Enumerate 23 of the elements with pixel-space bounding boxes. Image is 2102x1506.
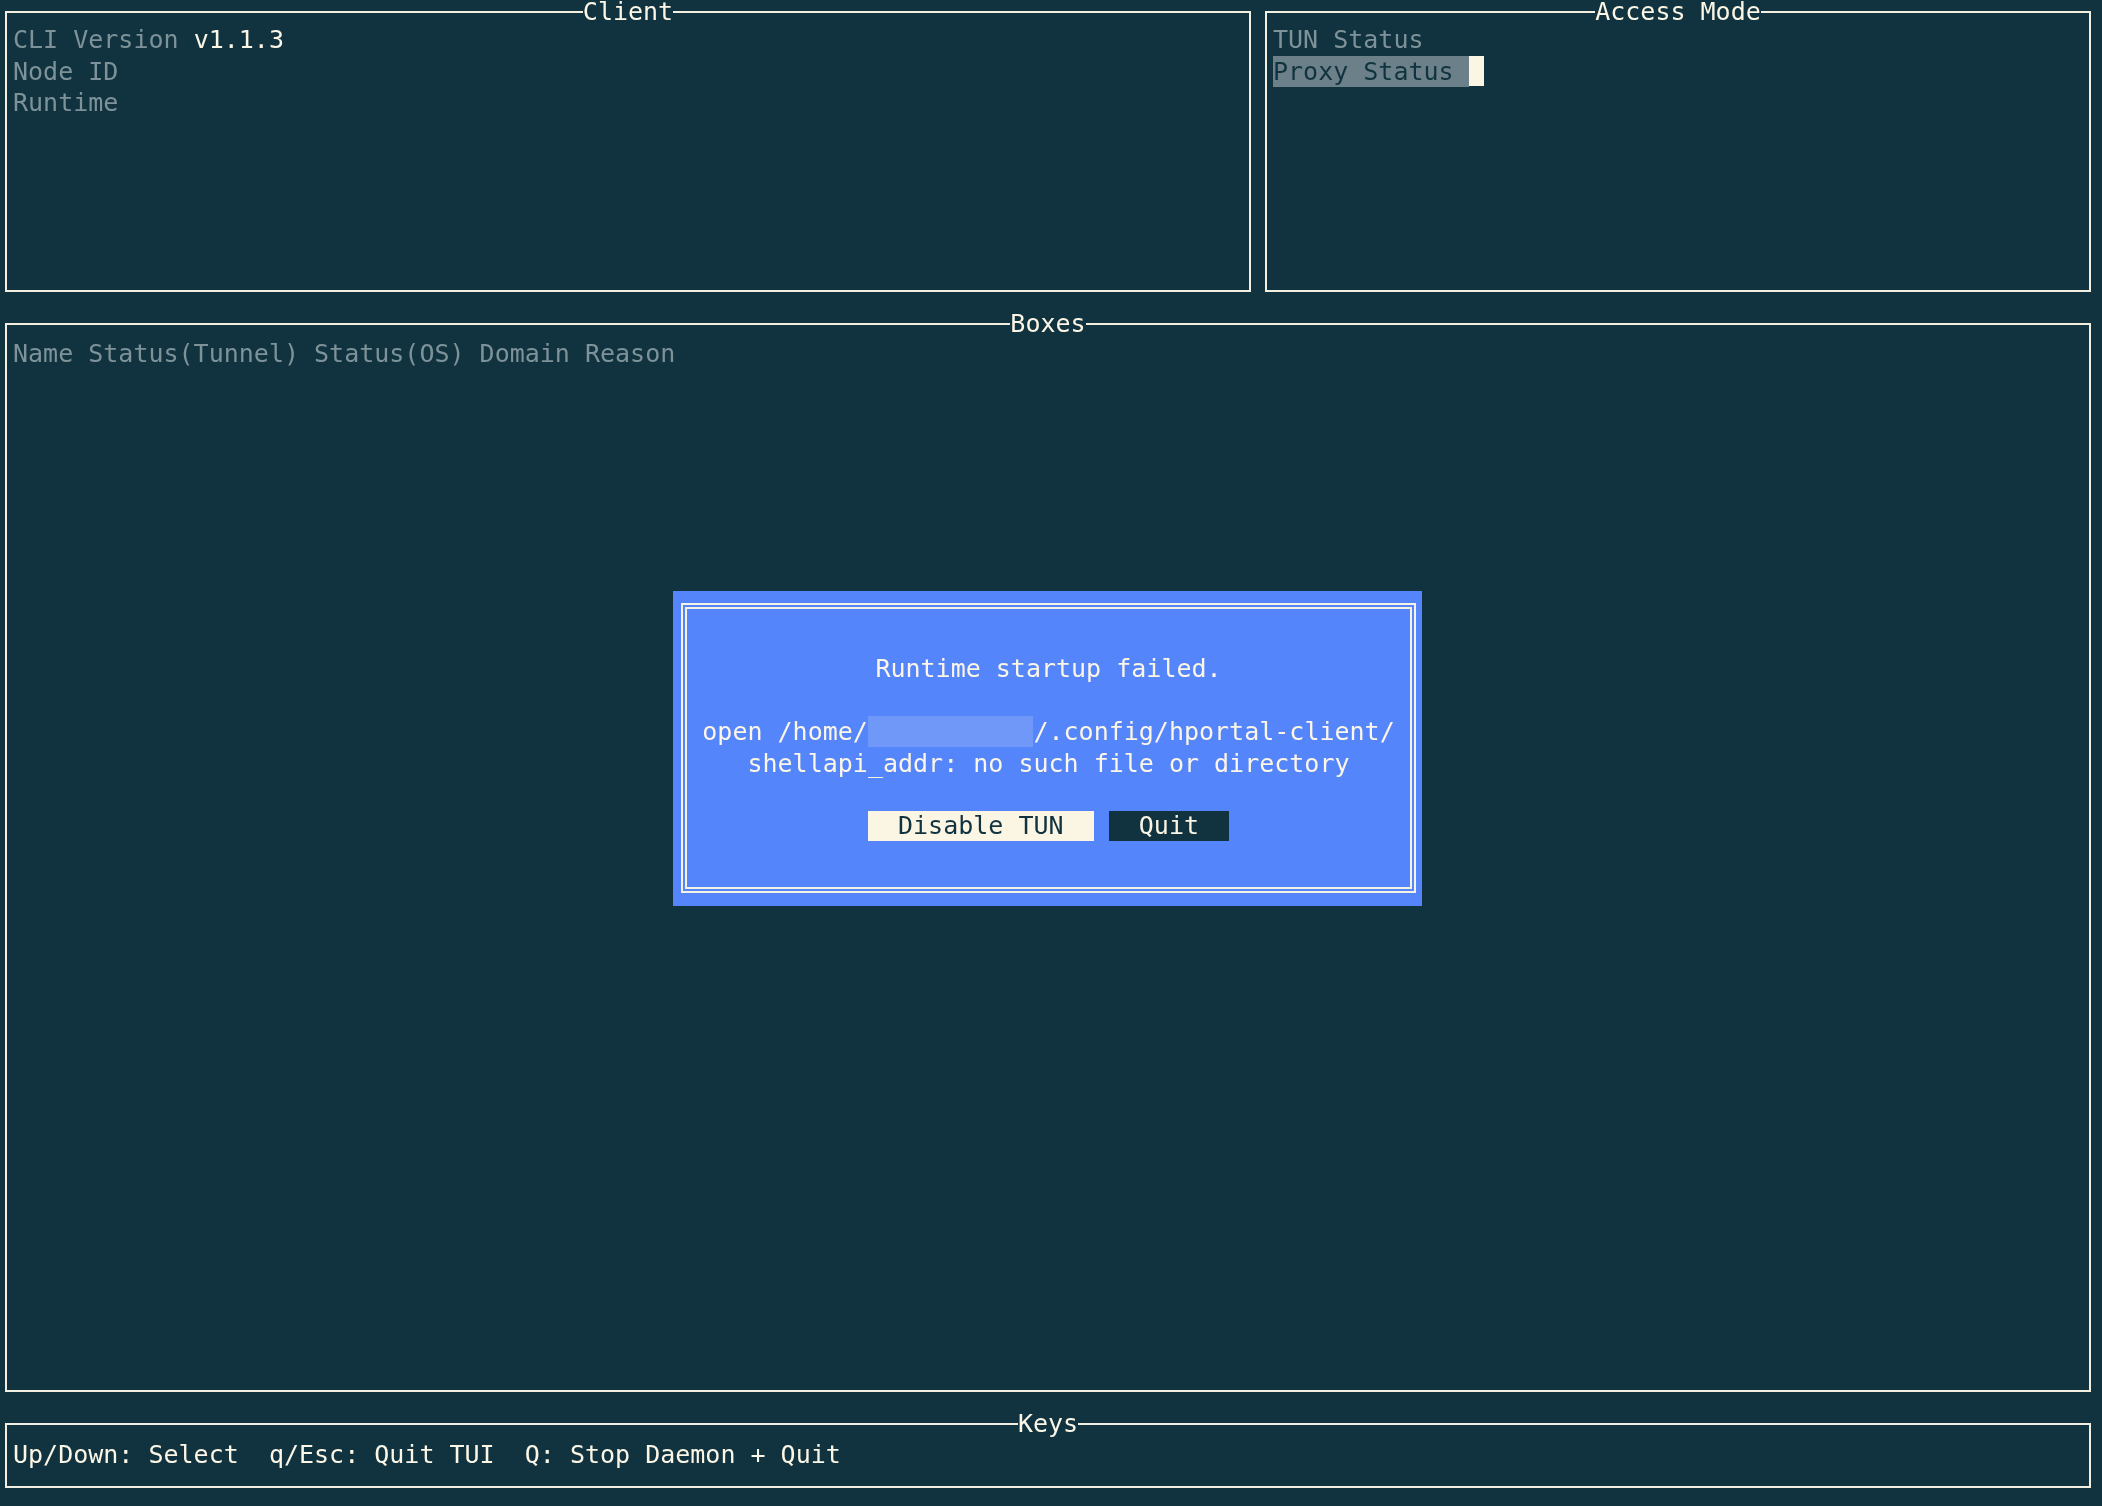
panel-title: Access Mode — [1595, 0, 1761, 24]
field-value: v1.1.3 — [193, 24, 284, 56]
dialog-button[interactable]: Disable TUN — [867, 811, 1094, 841]
list-item[interactable]: TUN Status — [1273, 24, 1424, 56]
column-header: Reason — [584, 338, 676, 370]
column-header: Name — [13, 338, 74, 370]
key-hint: q/Esc: Quit TUI — [268, 1439, 495, 1471]
field-label: Runtime — [13, 87, 119, 119]
dialog-message: shellapi_addr: no such file or directory — [747, 747, 1350, 779]
panel-title: Client — [582, 0, 674, 24]
column-header: Domain — [479, 338, 570, 370]
panel-title: Boxes — [1010, 312, 1086, 336]
column-header: Status(Tunnel) — [88, 338, 299, 370]
field-label: Node ID — [13, 55, 119, 87]
dialog-message: open /home/ — [702, 716, 868, 748]
dialog-message: /.config/hportal-client/ — [1033, 716, 1395, 748]
column-header: Status(OS) — [314, 338, 465, 370]
dialog-button[interactable]: Quit — [1108, 811, 1230, 841]
field-label: CLI Version — [13, 24, 179, 56]
dialog-title: Runtime startup failed. — [874, 653, 1223, 685]
key-hint: Q: Stop Daemon + Quit — [524, 1439, 841, 1471]
panel-title: Keys — [1017, 1412, 1079, 1436]
key-hint: Up/Down: Select — [13, 1439, 239, 1471]
